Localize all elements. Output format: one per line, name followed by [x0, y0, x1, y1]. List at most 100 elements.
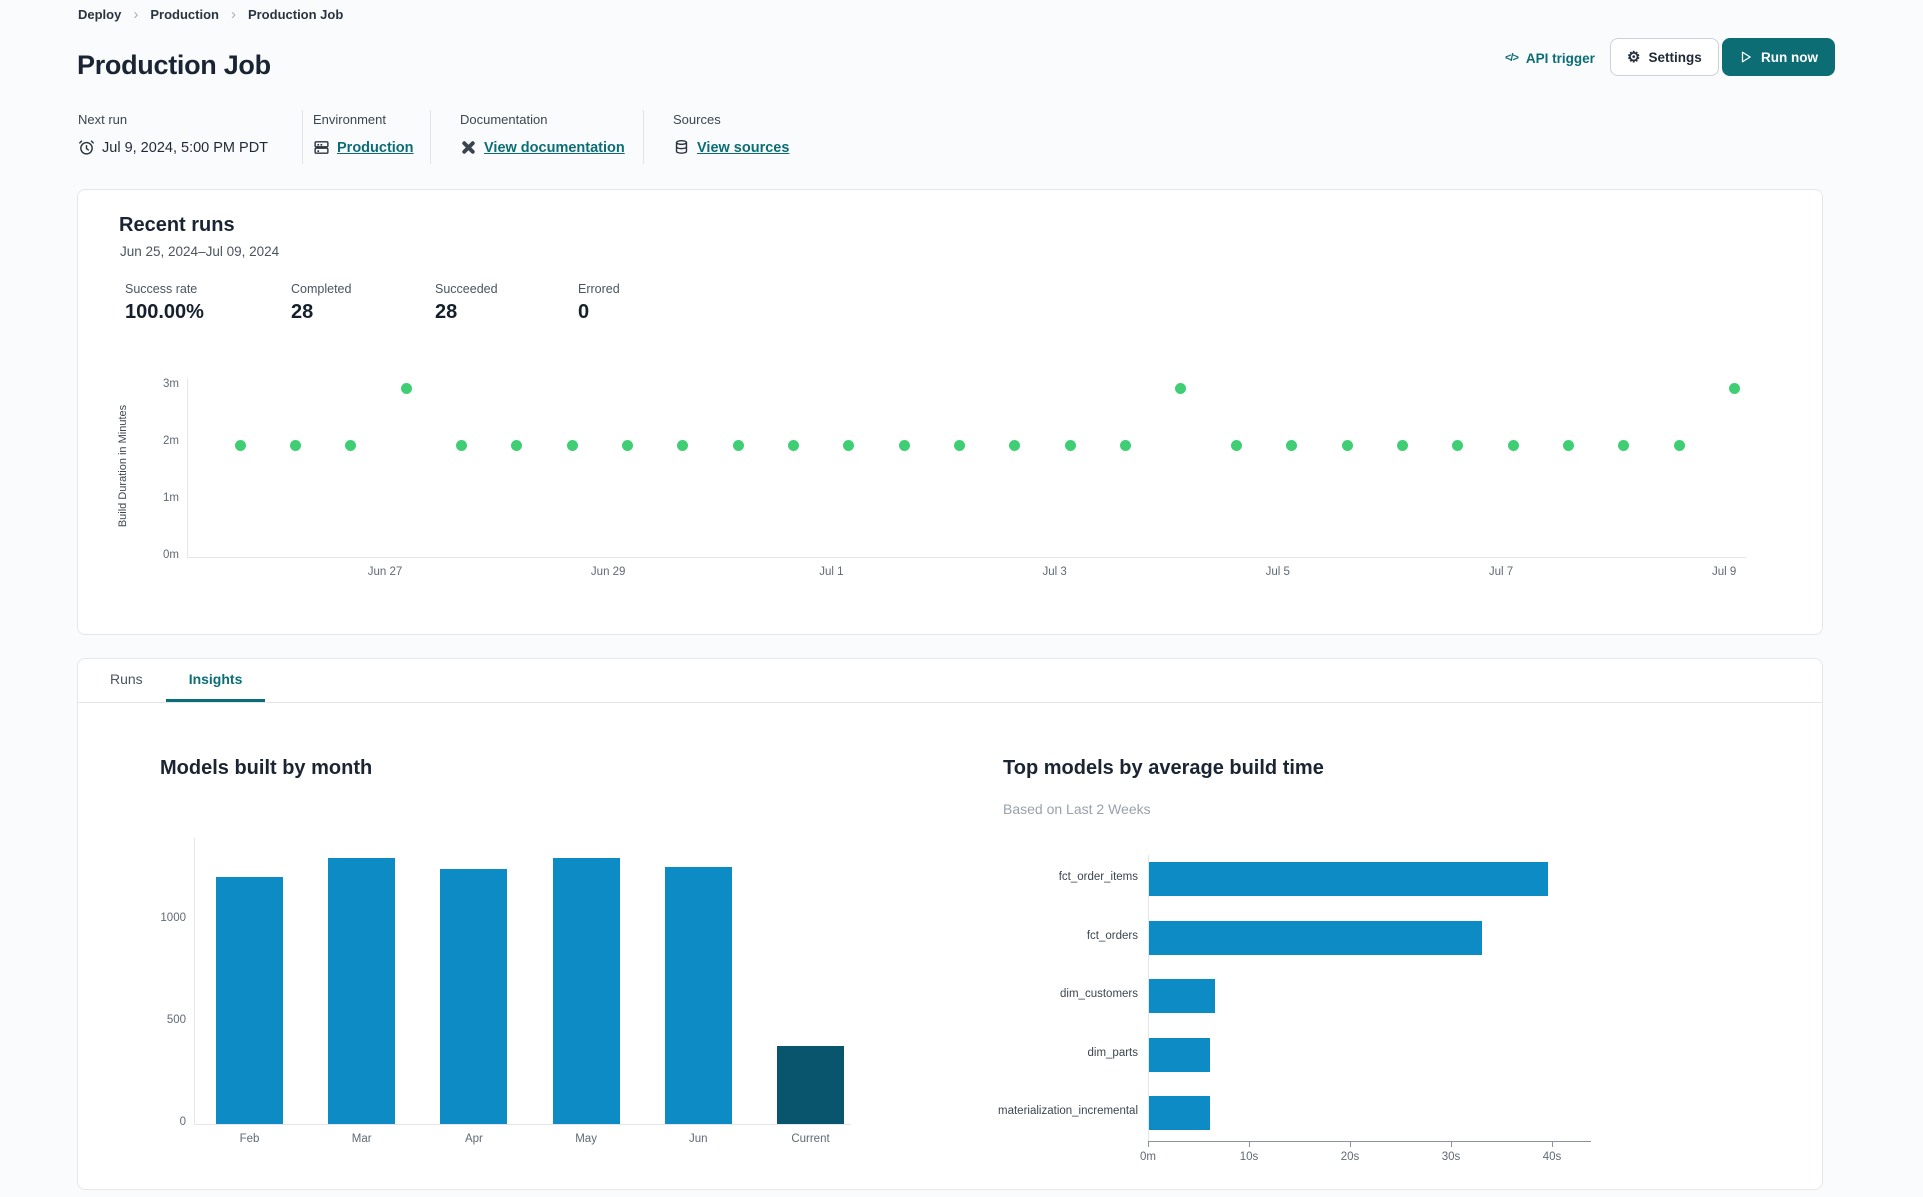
model-bar-materialization_incremental[interactable] [1149, 1096, 1210, 1130]
chevron-right-icon: › [133, 6, 139, 23]
run-data-point[interactable] [1175, 382, 1187, 394]
settings-button[interactable]: ⚙ Settings [1610, 38, 1719, 76]
run-data-point[interactable] [345, 439, 357, 451]
run-data-point[interactable] [289, 439, 301, 451]
meta-sources: Sources View sources [673, 112, 789, 156]
model-label: materialization_incremental [998, 1105, 1138, 1117]
next-run-value: Jul 9, 2024, 5:00 PM PDT [102, 139, 269, 156]
run-data-point[interactable] [400, 382, 412, 394]
run-duration-chart: Build Duration in Minutes 0m 1m 2m 3m Jun 27… [78, 190, 1822, 634]
play-icon [1739, 50, 1753, 64]
breadcrumb-deploy[interactable]: Deploy [78, 7, 121, 22]
x-axis-line [1148, 1141, 1591, 1142]
run-data-point[interactable] [732, 439, 744, 451]
run-data-point[interactable] [954, 439, 966, 451]
model-label: fct_orders [1086, 929, 1138, 942]
documentation-label: Documentation [460, 112, 548, 127]
settings-button-label: Settings [1648, 49, 1702, 65]
meta-documentation: Documentation View documentation [460, 112, 625, 156]
run-data-point[interactable] [1009, 439, 1021, 451]
breadcrumb-production[interactable]: Production [150, 7, 219, 22]
breadcrumb-current-page: Production Job [247, 7, 344, 22]
y-tick-label: 2m [163, 435, 179, 447]
y-axis-title: Build Duration in Minutes [117, 404, 129, 528]
environment-link[interactable]: Production [337, 140, 414, 156]
code-icon: </> [1505, 52, 1519, 64]
x-tick-label: Jul 5 [1265, 566, 1290, 578]
y-axis-line [187, 378, 188, 558]
model-bar-dim_parts[interactable] [1149, 1037, 1210, 1072]
run-data-point[interactable] [455, 439, 467, 451]
sources-label: Sources [673, 112, 721, 127]
run-data-point[interactable] [1341, 439, 1353, 451]
breadcrumb: Deploy › Production › Production Job [78, 6, 343, 23]
x-tick-label: 30s [1441, 1151, 1461, 1163]
model-bar-fct_order_items[interactable] [1149, 862, 1548, 896]
meta-environment: Environment Production [313, 112, 414, 156]
run-data-point[interactable] [1230, 439, 1242, 451]
run-data-point[interactable] [677, 439, 689, 451]
api-trigger-label: API trigger [1525, 50, 1595, 66]
page-title: Production Job [77, 50, 271, 80]
model-label: dim_parts [1087, 1046, 1139, 1059]
run-data-point[interactable] [1728, 382, 1740, 394]
view-sources-link[interactable]: View sources [697, 140, 789, 156]
x-tick-label: Jul 3 [1042, 566, 1067, 578]
x-tick-mark [1451, 1141, 1452, 1147]
y-tick-label: 0m [163, 549, 179, 561]
insights-card: Runs Insights Models built by month Top … [77, 658, 1823, 1190]
vertical-divider [643, 110, 644, 164]
environment-label: Environment [313, 112, 386, 127]
run-data-point[interactable] [843, 439, 855, 451]
run-data-point[interactable] [1064, 439, 1076, 451]
alarm-clock-icon [78, 139, 95, 156]
x-tick-mark [1350, 1141, 1351, 1147]
gear-icon: ⚙ [1627, 48, 1641, 66]
api-trigger-link[interactable]: </> API trigger [1505, 46, 1595, 70]
recent-runs-card: Recent runs Jun 25, 2024–Jul 09, 2024 Su… [77, 189, 1823, 635]
x-axis-line [187, 557, 1746, 558]
run-now-label: Run now [1761, 49, 1818, 65]
model-bar-fct_orders[interactable] [1149, 920, 1483, 955]
run-data-point[interactable] [1618, 439, 1630, 451]
x-tick-label: Jun 29 [590, 566, 626, 578]
vertical-divider [302, 110, 303, 164]
chevron-right-icon: › [230, 6, 236, 23]
x-tick-label: 0m [1140, 1151, 1156, 1163]
environment-icon [313, 139, 330, 156]
run-data-point[interactable] [898, 439, 910, 451]
run-data-point[interactable] [1507, 439, 1519, 451]
run-data-point[interactable] [1120, 439, 1132, 451]
x-tick-mark [1148, 1141, 1149, 1147]
view-documentation-link[interactable]: View documentation [484, 140, 625, 156]
y-tick-label: 3m [163, 378, 179, 390]
run-data-point[interactable] [1452, 439, 1464, 451]
vertical-divider [430, 110, 431, 164]
run-data-point[interactable] [1673, 439, 1685, 451]
meta-next-run: Next run Jul 9, 2024, 5:00 PM PDT [78, 112, 268, 156]
x-tick-label: Jul 9 [1712, 566, 1737, 578]
top-models-chart: fct_order_items fct_orders dim_customersdi… [78, 659, 1822, 1191]
run-data-point[interactable] [511, 439, 523, 451]
database-icon [673, 139, 690, 156]
run-data-point[interactable] [1286, 439, 1298, 451]
run-data-point[interactable] [1396, 439, 1408, 451]
model-label: dim_customers [1060, 988, 1138, 1000]
model-label: fct_order_items [1058, 871, 1138, 883]
run-data-point[interactable] [234, 439, 246, 451]
x-tick-label: 40s [1542, 1151, 1562, 1163]
next-run-label: Next run [78, 112, 128, 127]
model-bar-dim_customers[interactable] [1149, 979, 1215, 1013]
run-data-point[interactable] [788, 439, 799, 451]
run-data-point[interactable] [621, 439, 633, 451]
x-tick-mark [1249, 1141, 1250, 1147]
x-tick-label: 20s [1340, 1151, 1360, 1163]
x-tick-label: 10s [1239, 1151, 1259, 1163]
run-data-point[interactable] [566, 439, 578, 451]
y-tick-label: 1m [163, 492, 179, 504]
run-data-point[interactable] [1562, 439, 1574, 451]
x-tick-label: Jul 1 [819, 566, 844, 578]
run-now-button[interactable]: Run now [1722, 38, 1835, 76]
x-tick-mark [1552, 1141, 1553, 1147]
dbt-logo-icon [460, 139, 477, 156]
